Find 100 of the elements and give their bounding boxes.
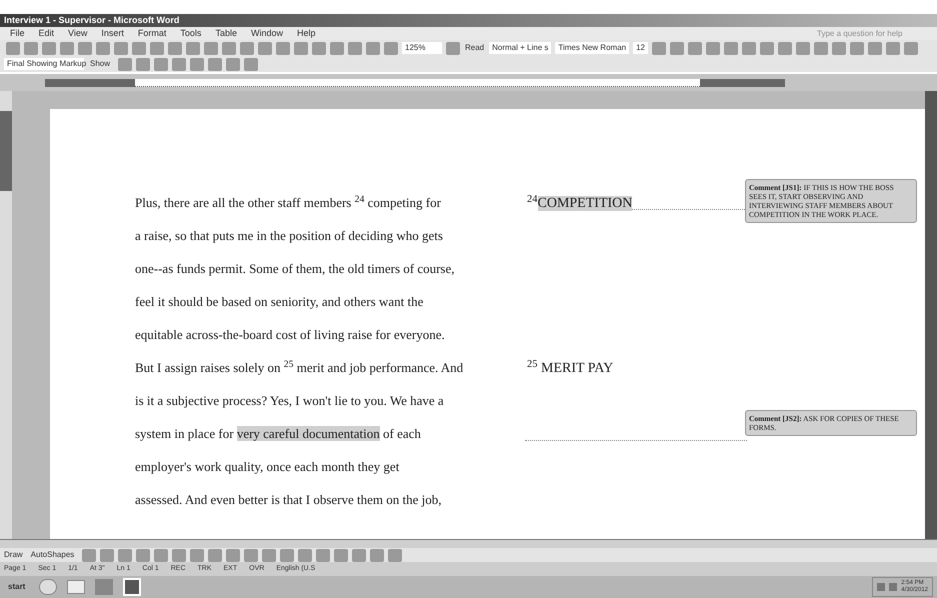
toolbar-icon[interactable] — [280, 548, 294, 562]
toolbar-icon[interactable] — [96, 42, 110, 54]
toolbar-icon[interactable] — [226, 548, 240, 562]
toolbar-icon[interactable] — [706, 42, 720, 54]
toolbar-icon[interactable] — [814, 42, 828, 54]
horizontal-scrollbar[interactable] — [0, 539, 937, 548]
toolbar-icon[interactable] — [172, 58, 186, 70]
toolbar-icon[interactable] — [330, 42, 344, 54]
body-text-line: one--as funds permit. Some of them, the old timers of course, — [135, 260, 456, 278]
toolbar-icon[interactable] — [334, 548, 348, 562]
menu-item[interactable]: Help — [296, 26, 316, 40]
toolbar-icon[interactable] — [868, 42, 882, 54]
toolbar-icon[interactable] — [190, 548, 204, 562]
toolbar-icon[interactable] — [204, 42, 218, 54]
menu-item[interactable]: Window — [250, 26, 283, 40]
toolbar-icon[interactable] — [298, 548, 312, 562]
toolbar-icon[interactable] — [262, 548, 276, 562]
toolbar-icon[interactable] — [244, 548, 258, 562]
toolbar-icon[interactable] — [258, 42, 272, 54]
toolbar-icon[interactable] — [24, 42, 38, 54]
toolbar-icon[interactable] — [100, 548, 114, 562]
toolbar-icon[interactable] — [652, 42, 666, 54]
toolbar-icon[interactable] — [118, 548, 132, 562]
toolbar-icon[interactable] — [294, 42, 308, 54]
toolbar-icon[interactable] — [370, 548, 384, 562]
window-title: Interview 1 - Supervisor - Microsoft Word — [4, 14, 180, 27]
toolbar-icon[interactable] — [150, 42, 164, 54]
font-size-field[interactable]: 12 — [633, 42, 648, 54]
toolbar-icon[interactable] — [348, 42, 362, 54]
toolbar-icon[interactable] — [114, 42, 128, 54]
body-text-line: employer's work quality, once each month they get — [135, 458, 400, 476]
toolbar-icon[interactable] — [742, 42, 756, 54]
toolbar-icon[interactable] — [366, 42, 380, 54]
autoshapes-menu[interactable]: AutoShapes — [30, 549, 74, 561]
toolbar-icon[interactable] — [832, 42, 846, 54]
toolbar-icon[interactable] — [688, 42, 702, 54]
help-field[interactable]: Type a question for help — [817, 28, 927, 40]
menu-item[interactable]: Table — [215, 26, 237, 40]
toolbar-icon[interactable] — [312, 42, 326, 54]
toolbar-icon[interactable] — [168, 42, 182, 54]
menu-item[interactable]: File — [10, 26, 25, 40]
body-text-line: feel it should be based on seniority, and others want the — [135, 293, 424, 311]
toolbar-icon[interactable] — [136, 58, 150, 70]
style-field[interactable]: Normal + Line s — [489, 42, 552, 54]
toolbar-icon[interactable] — [796, 42, 810, 54]
toolbar-icon[interactable] — [190, 58, 204, 70]
menu-item[interactable]: Insert — [101, 26, 124, 40]
toolbar-icon[interactable] — [886, 42, 900, 54]
body-text-line: Plus, there are all the other staff members $^{24}$ competing for — [135, 193, 442, 212]
toolbar-icon[interactable] — [760, 42, 774, 54]
toolbar-icon[interactable] — [60, 42, 74, 54]
toolbar-icon[interactable] — [222, 42, 236, 54]
margin-note: $^{25}$ MERIT PAY — [527, 358, 614, 378]
toolbar-icon[interactable] — [208, 58, 222, 70]
toolbar-icon[interactable] — [172, 548, 186, 562]
toolbar-icon[interactable] — [82, 548, 96, 562]
draw-menu[interactable]: Draw — [4, 549, 23, 561]
toolbar-icon[interactable] — [446, 42, 460, 54]
toolbar-icon[interactable] — [384, 42, 398, 54]
toolbar-icon[interactable] — [226, 58, 240, 70]
toolbar-icon[interactable] — [778, 42, 792, 54]
toolbar-icon[interactable] — [78, 42, 92, 54]
menu-item[interactable]: Format — [138, 26, 166, 40]
taskbar-icon[interactable] — [67, 580, 86, 594]
show-button[interactable]: Show — [90, 58, 110, 70]
body-text-line: assessed. And even better is that I observe them on the job, — [135, 491, 443, 509]
toolbar-icon[interactable] — [154, 548, 168, 562]
toolbar-icon[interactable] — [388, 548, 402, 562]
menu-item[interactable]: Tools — [180, 26, 202, 40]
read-button[interactable]: Read — [465, 42, 484, 54]
body-text-line: But I assign raises solely on $^{25}$ merit and job performance. And — [135, 358, 464, 377]
toolbar-icon[interactable] — [724, 42, 738, 54]
menu-item[interactable]: View — [68, 26, 88, 40]
toolbar-icon[interactable] — [670, 42, 684, 54]
margin-note: $^{24}$COMPETITION — [527, 193, 632, 213]
body-text-line: is it a subjective process? Yes, I won't lie to you. We have a — [135, 392, 445, 410]
zoom-field[interactable]: 125% — [402, 42, 442, 54]
toolbar-icon[interactable] — [136, 548, 150, 562]
toolbar-icon[interactable] — [6, 42, 20, 54]
toolbar-icon[interactable] — [186, 42, 200, 54]
toolbar-icon[interactable] — [316, 548, 330, 562]
toolbar-icon[interactable] — [42, 42, 56, 54]
body-text-line: a raise, so that puts me in the position of deciding who gets — [135, 227, 444, 245]
toolbar-icon[interactable] — [352, 548, 366, 562]
toolbar-icon[interactable] — [240, 42, 254, 54]
toolbar-icon[interactable] — [154, 58, 168, 70]
markup-display-field[interactable]: Final Showing Markup — [4, 58, 84, 70]
toolbar-icon[interactable] — [244, 58, 258, 70]
body-text-line: equitable across-the-board cost of living raise for everyone. — [135, 326, 446, 344]
body-text-line: system in place for very careful documentation of each — [135, 425, 422, 443]
toolbar-icon[interactable] — [208, 548, 222, 562]
toolbar-icon[interactable] — [132, 42, 146, 54]
start-button[interactable]: start — [4, 581, 30, 593]
font-field[interactable]: Times New Roman — [555, 42, 630, 54]
menu-item[interactable]: Edit — [38, 26, 54, 40]
vertical-scrollbar[interactable] — [925, 91, 937, 539]
toolbar-icon[interactable] — [276, 42, 290, 54]
toolbar-icon[interactable] — [904, 42, 918, 54]
toolbar-icon[interactable] — [850, 42, 864, 54]
toolbar-icon[interactable] — [118, 58, 132, 70]
